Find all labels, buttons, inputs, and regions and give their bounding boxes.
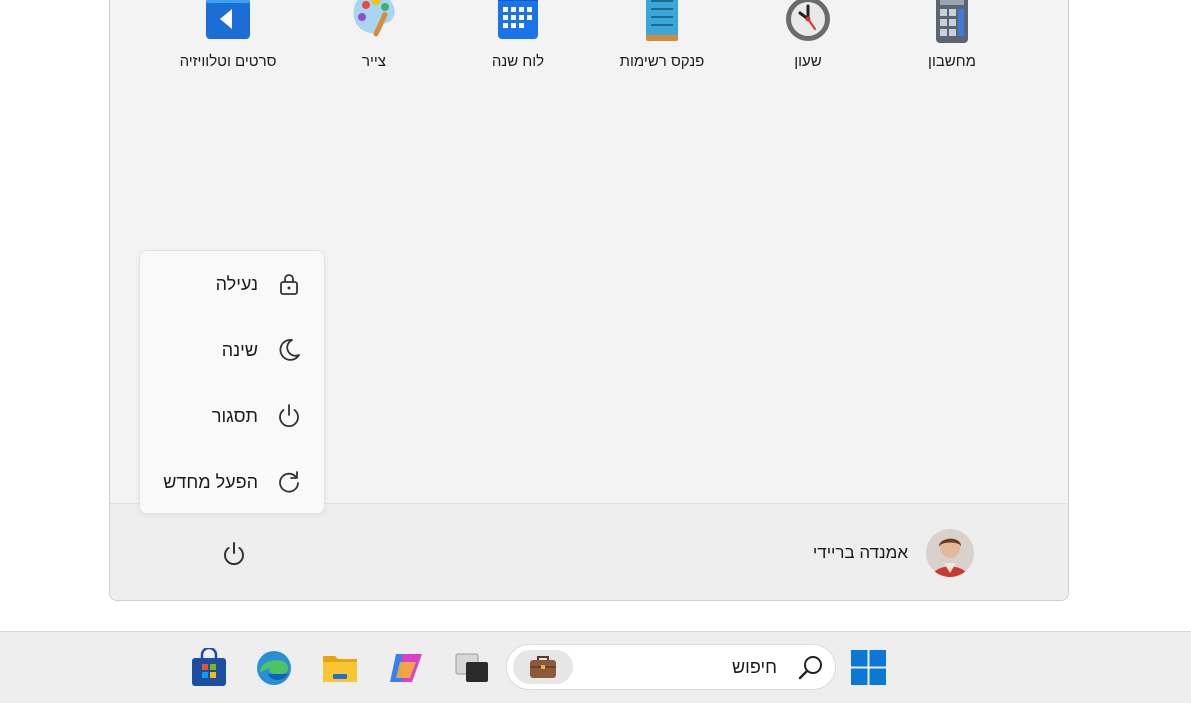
restart-icon — [279, 471, 299, 493]
search-box[interactable]: חיפוש — [506, 644, 836, 690]
power-item-label: נעילה — [215, 274, 258, 294]
briefcase-icon — [530, 656, 556, 678]
app-label: צייר — [362, 53, 386, 70]
app-movies-tv[interactable]: סרטים וטלוויזיה — [158, 0, 298, 79]
search-placeholder: חיפוש — [732, 657, 777, 677]
power-item-restart[interactable]: הפעל מחדש — [140, 462, 324, 502]
moon-icon — [279, 339, 300, 361]
file-explorer-icon[interactable] — [320, 648, 360, 688]
app-paint[interactable]: צייר — [304, 0, 444, 79]
user-account[interactable]: אמנדה ברײדי — [813, 528, 974, 578]
microsoft-store-icon[interactable] — [189, 648, 229, 688]
calendar-icon — [498, 0, 538, 39]
paint-icon — [353, 0, 395, 37]
start-footer: אמנדה ברײדי — [110, 503, 1068, 600]
app-notepad[interactable]: פנקס רשימות — [592, 0, 732, 79]
app-clock[interactable]: שעון — [738, 0, 878, 79]
windows-start-icon[interactable] — [850, 649, 887, 686]
edge-icon[interactable] — [254, 648, 294, 688]
power-flyout: נעילה שינה תסגור הפעל מחדש — [139, 250, 325, 514]
app-label: מחשבון — [928, 53, 976, 70]
power-icon — [279, 404, 299, 428]
lock-icon — [280, 274, 298, 295]
user-name: אמנדה ברײדי — [812, 543, 908, 562]
power-item-label: הפעל מחדש — [163, 472, 258, 492]
task-view-icon[interactable] — [452, 648, 492, 688]
app-label: לוח שנה — [491, 53, 545, 70]
movies-tv-icon — [206, 0, 250, 39]
app-calendar[interactable]: לוח שנה — [448, 0, 588, 79]
app-label: סרטים וטלוויזיה — [179, 53, 277, 70]
clock-icon — [786, 0, 830, 41]
taskbar: חיפוש — [0, 631, 1191, 703]
power-item-lock[interactable]: נעילה — [140, 264, 324, 304]
calculator-icon — [936, 0, 968, 43]
app-label: שעון — [794, 53, 822, 70]
copilot-icon[interactable] — [386, 648, 426, 688]
search-highlight[interactable] — [513, 650, 573, 684]
user-photo — [926, 529, 974, 577]
search-icon — [798, 656, 822, 680]
app-calculator[interactable]: מחשבון — [882, 0, 1022, 79]
power-item-label: תסגור — [211, 406, 258, 426]
power-item-sleep[interactable]: שינה — [140, 330, 324, 370]
app-label: פנקס רשימות — [619, 53, 705, 70]
power-item-shutdown[interactable]: תסגור — [140, 396, 324, 436]
notepad-icon — [646, 0, 678, 41]
pinned-apps: סרטים וטלוויזיה צייר לוח שנה פנקס רשימות… — [110, 0, 1068, 79]
avatar — [926, 529, 974, 577]
power-item-label: שינה — [221, 340, 258, 360]
power-button-icon[interactable] — [220, 540, 248, 568]
